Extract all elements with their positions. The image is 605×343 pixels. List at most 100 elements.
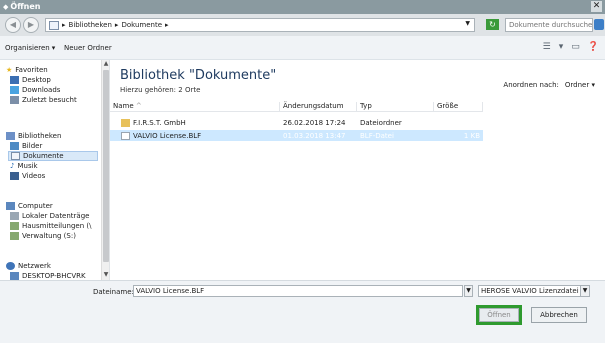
drive-icon: [10, 212, 19, 220]
network-icon: [6, 262, 15, 270]
open-button[interactable]: Öffnen: [479, 308, 519, 322]
filename-input[interactable]: VALVIO License.BLF: [133, 285, 463, 297]
nav-videos[interactable]: Videos: [10, 172, 45, 180]
column-size[interactable]: Größe: [434, 102, 483, 112]
network-drive-icon: [10, 232, 19, 240]
recent-places-icon: [10, 96, 19, 104]
file-name: F.I.R.S.T. GmbH: [133, 119, 186, 127]
address-toolbar: ◀ ▶ ▸ Bibliotheken ▸ Dokumente ▸ ▼ ↻: [0, 14, 605, 36]
column-label: Größe: [437, 102, 459, 110]
address-bar[interactable]: ▸ Bibliotheken ▸ Dokumente ▸ ▼: [45, 18, 475, 32]
file-type: Dateiordner: [360, 119, 402, 127]
arrange-label: Anordnen nach:: [503, 81, 559, 89]
filetype-select[interactable]: HEROSE VALVIO Lizenzdatei (*.b ▼: [478, 285, 590, 297]
organize-label: Organisieren: [5, 44, 50, 52]
nav-label: Bibliotheken: [18, 132, 62, 140]
file-date: 01.03.2018 13:47: [283, 132, 346, 140]
nav-scrollbar[interactable]: ▲ ▼: [101, 60, 109, 280]
scroll-up-icon[interactable]: ▲: [102, 60, 110, 69]
chevron-right-icon: ▸: [62, 21, 66, 29]
nav-dokumente[interactable]: Dokumente: [8, 151, 98, 161]
column-header: Name ^ Änderungsdatum Typ Größe: [110, 100, 483, 112]
arrange-dropdown[interactable]: Ordner ▾: [565, 81, 595, 89]
file-date: 26.02.2018 17:24: [283, 119, 346, 127]
column-type[interactable]: Typ: [357, 102, 434, 112]
cancel-button[interactable]: Abbrechen: [531, 307, 587, 323]
downloads-icon: [10, 86, 19, 94]
window-title: Öffnen: [10, 2, 41, 11]
file-type: BLF-Datei: [360, 132, 394, 140]
nav-local-drive[interactable]: Lokaler Datenträge: [10, 212, 89, 220]
folder-icon: [121, 119, 130, 127]
library-subtitle: Hierzu gehören: 2 Orte: [120, 86, 200, 94]
nav-label: Videos: [22, 172, 46, 180]
nav-favorites[interactable]: ★ Favoriten: [6, 66, 48, 74]
file-icon: [121, 132, 130, 140]
subtitle-link[interactable]: 2 Orte: [178, 86, 200, 94]
scroll-down-icon[interactable]: ▼: [102, 271, 110, 280]
computer-icon: [6, 202, 15, 210]
breadcrumb-bibliotheken[interactable]: Bibliotheken: [69, 21, 112, 29]
table-row-selected[interactable]: VALVIO License.BLF 01.03.2018 13:47 BLF-…: [110, 130, 483, 141]
nav-musik[interactable]: ♪ Musik: [10, 162, 38, 170]
nav-desktop[interactable]: Desktop: [10, 76, 51, 84]
search-icon[interactable]: [594, 19, 604, 30]
chevron-down-icon: ▼: [580, 286, 589, 296]
view-options-icon[interactable]: ☰: [543, 42, 551, 52]
nav-label: Musik: [17, 162, 38, 170]
chevron-down-icon[interactable]: ▼: [464, 285, 473, 297]
nav-desktop-bhcvrk[interactable]: DESKTOP-BHCVRK: [10, 272, 86, 280]
pictures-icon: [10, 142, 19, 150]
chevron-down-icon[interactable]: ▾: [559, 42, 564, 52]
arrange-by: Anordnen nach: Ordner ▾: [503, 81, 595, 89]
search-input[interactable]: [505, 18, 593, 32]
new-folder-button[interactable]: Neuer Ordner: [64, 44, 112, 52]
nav-label: Favoriten: [15, 66, 48, 74]
title-bar: ◆ Öffnen ✕: [0, 0, 605, 14]
nav-recent[interactable]: Zuletzt besucht: [10, 96, 77, 104]
library-icon: [49, 20, 59, 30]
nav-label: Zuletzt besucht: [22, 96, 77, 104]
organize-button[interactable]: Organisieren ▾: [5, 44, 55, 52]
forward-button[interactable]: ▶: [23, 17, 39, 33]
table-row[interactable]: F.I.R.S.T. GmbH 26.02.2018 17:24 Dateior…: [110, 117, 483, 128]
new-folder-label: Neuer Ordner: [64, 44, 112, 52]
nav-label: Downloads: [22, 86, 61, 94]
filetype-value: HEROSE VALVIO Lizenzdatei (*.b: [481, 287, 590, 295]
open-dialog: ◆ Öffnen ✕ ◀ ▶ ▸ Bibliotheken ▸ Dokument…: [0, 0, 605, 343]
close-button[interactable]: ✕: [591, 1, 602, 12]
scroll-thumb[interactable]: [103, 70, 109, 262]
nav-downloads[interactable]: Downloads: [10, 86, 60, 94]
nav-label: Desktop: [22, 76, 51, 84]
column-label: Typ: [360, 102, 372, 110]
help-icon[interactable]: ❓: [588, 42, 599, 52]
nav-label: Netzwerk: [18, 262, 51, 270]
nav-network[interactable]: Netzwerk: [6, 262, 51, 270]
nav-computer[interactable]: Computer: [6, 202, 53, 210]
nav-label: Dokumente: [23, 152, 64, 160]
preview-pane-icon[interactable]: ▭: [571, 42, 580, 52]
app-icon: ◆: [3, 2, 9, 11]
column-date[interactable]: Änderungsdatum: [280, 102, 357, 112]
nav-hausmitteilungen[interactable]: Hausmitteilungen (\: [10, 222, 91, 230]
chevron-right-icon: ▸: [114, 21, 119, 29]
nav-bilder[interactable]: Bilder: [10, 142, 42, 150]
nav-label: Lokaler Datenträge: [22, 212, 90, 220]
file-name: VALVIO License.BLF: [133, 132, 202, 140]
star-icon: ★: [6, 66, 13, 74]
file-name-cell: F.I.R.S.T. GmbH: [118, 119, 186, 127]
nav-verwaltung[interactable]: Verwaltung (S:): [10, 232, 76, 240]
file-size: 1 KB: [463, 132, 480, 140]
breadcrumb-dokumente[interactable]: Dokumente: [121, 21, 162, 29]
library-title: Bibliothek "Dokumente": [120, 68, 277, 83]
back-button[interactable]: ◀: [5, 17, 21, 33]
refresh-button[interactable]: ↻: [486, 19, 499, 30]
libraries-icon: [6, 132, 15, 140]
desktop-icon: [10, 76, 19, 84]
column-label: Änderungsdatum: [283, 102, 344, 110]
computer-icon: [10, 272, 19, 280]
nav-libraries[interactable]: Bibliotheken: [6, 132, 61, 140]
file-list-pane: Bibliothek "Dokumente" Hierzu gehören: 2…: [110, 60, 605, 280]
chevron-down-icon[interactable]: ▼: [465, 20, 470, 27]
column-name[interactable]: Name ^: [110, 102, 280, 112]
